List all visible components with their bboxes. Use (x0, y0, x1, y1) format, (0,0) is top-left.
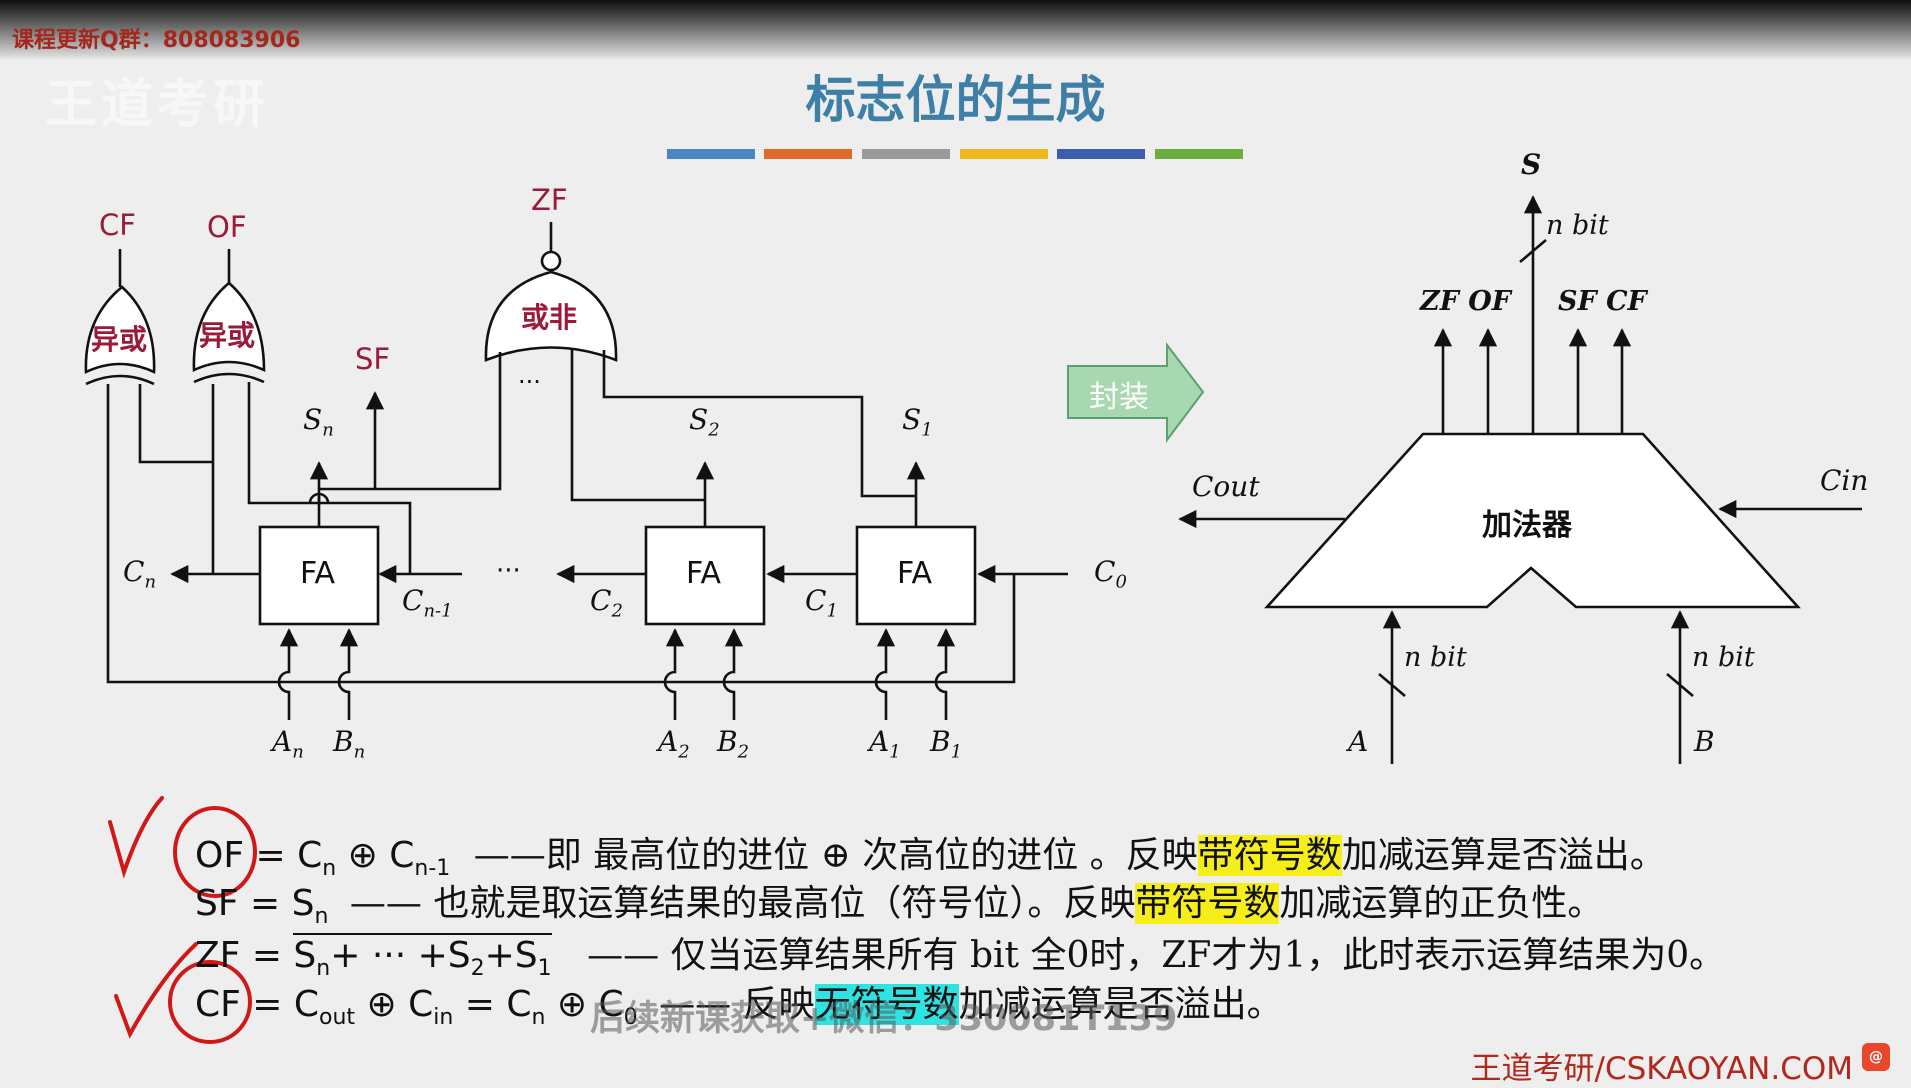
slide: 课程更新Q群：808083906 王道考研 标志位的生成 CF OF ZF SF… (0, 0, 1911, 1087)
an-label: An (272, 725, 304, 763)
formula-of: OF = Cn ⊕ Cn-1 ——即 最高位的进位 ⊕ 次高位的进位 。反映带符… (195, 835, 1666, 882)
sf-label: SF (355, 342, 391, 376)
nor-gate-dots: ··· (518, 368, 541, 396)
adder-n-bit-a: n bit (1404, 642, 1467, 673)
adder-n-bit-top: n bit (1546, 210, 1609, 241)
cn1-label: Cn-1 (402, 584, 453, 622)
c1-label: C1 (805, 584, 838, 622)
a2-label: A2 (658, 725, 690, 763)
adder-block (1178, 195, 1862, 764)
fa-1-label: FA (897, 556, 933, 591)
s1-label: S1 (902, 403, 933, 441)
cn-label: Cn (123, 555, 157, 593)
s2-label: S2 (689, 403, 720, 441)
xor-gate-cf-label: 异或 (91, 323, 148, 356)
cf-label: CF (99, 208, 136, 242)
of-label: OF (207, 210, 247, 244)
video-subtitle: 后续新课获取+微信：330081T139 (590, 999, 1178, 1039)
bn-label: Bn (333, 725, 366, 763)
footer-badge-icon: @ (1862, 1043, 1890, 1071)
adder-cin-label: Cin (1820, 464, 1869, 497)
flag-circuit-diagram (84, 195, 1862, 764)
adder-b-label: B (1694, 725, 1715, 758)
c0-label: C0 (1094, 555, 1127, 593)
b2-label: B2 (717, 725, 750, 763)
carry-dots: ··· (496, 556, 521, 586)
adder-a-label: A (1348, 725, 1369, 758)
adder-zf-of-label: ZF OF (1420, 286, 1511, 317)
adder-n-bit-b: n bit (1692, 642, 1755, 673)
adder-s-label: S (1521, 148, 1542, 181)
xor-gate-of-label: 异或 (199, 319, 256, 352)
encapsulate-label: 封装 (1089, 380, 1149, 415)
a1-label: A1 (869, 725, 901, 763)
formula-sf: SF = Sn —— 也就是取运算结果的最高位（符号位）。反映带符号数加减运算的… (195, 883, 1604, 930)
fa-n-label: FA (300, 556, 336, 591)
c2-label: C2 (590, 584, 623, 622)
input-wires (277, 628, 956, 720)
adder-block-label: 加法器 (1482, 508, 1572, 543)
nor-gate-label: 或非 (521, 301, 578, 334)
adder-cout-label: Cout (1192, 470, 1260, 503)
b1-label: B1 (930, 725, 963, 763)
sn-label: Sn (303, 403, 334, 441)
formula-zf: ZF = Sn+ ··· +S2+S1 —— 仅当运算结果所有 bit 全0时，… (195, 933, 1726, 982)
adder-sf-cf-label: SF CF (1558, 286, 1647, 317)
nor-gate-zf (484, 222, 618, 362)
footer-site: 王道考研/CSKAOYAN.COM (1470, 1051, 1854, 1087)
zf-label: ZF (531, 183, 568, 217)
fa-2-label: FA (686, 556, 722, 591)
checkmark-of-icon (108, 796, 164, 879)
xor-gate-cf (84, 249, 156, 386)
checkmark-cf-icon (114, 942, 198, 1039)
